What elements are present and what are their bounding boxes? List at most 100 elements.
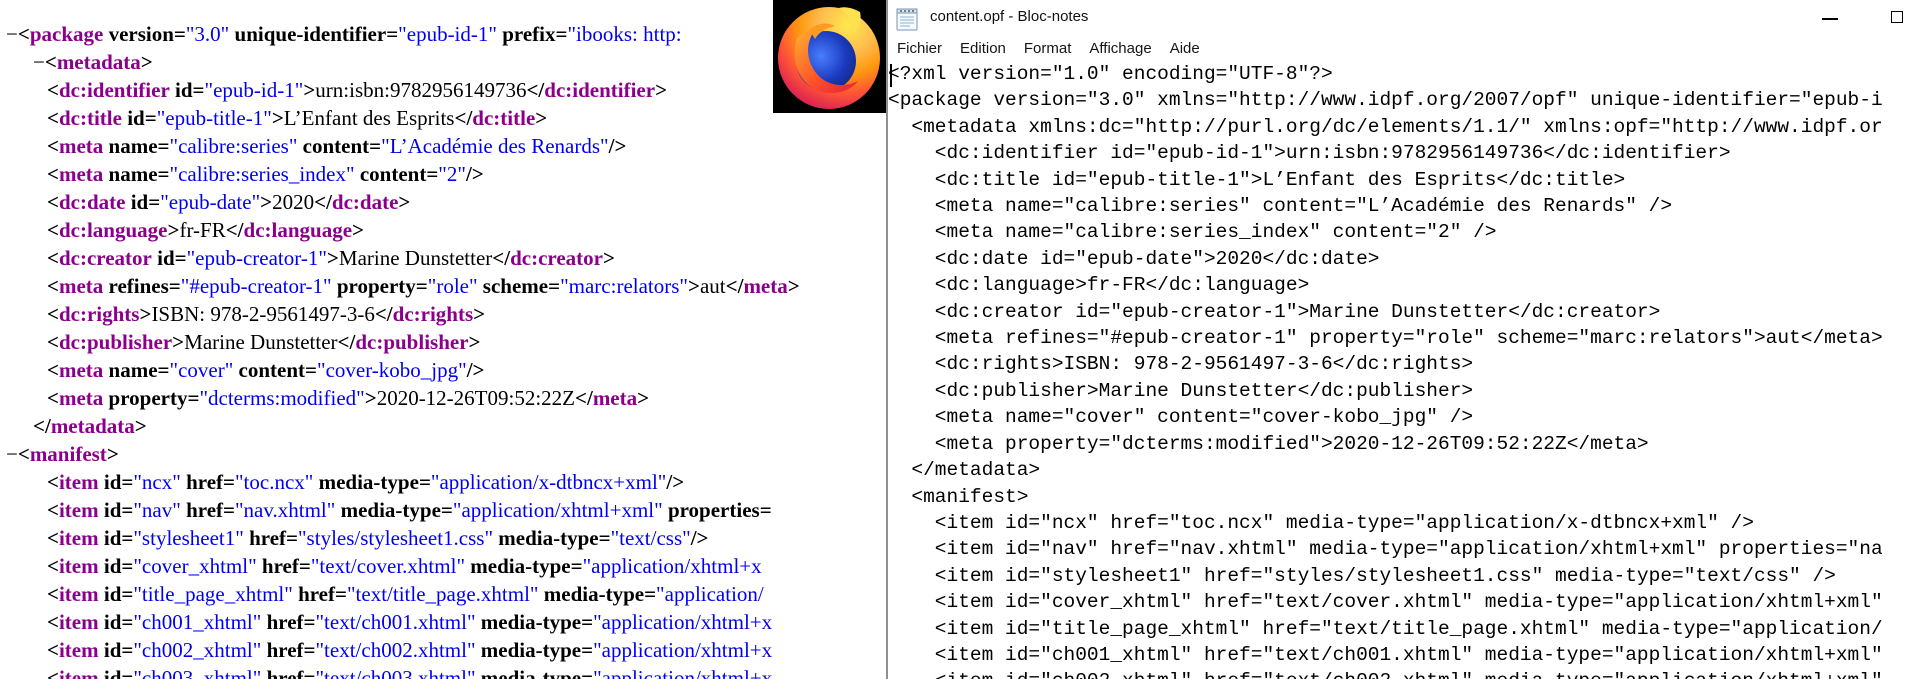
notepad-line: <item id="ch002_xhtml" href="text/ch002.… — [888, 668, 1911, 679]
xml-token: id — [127, 106, 145, 130]
xml-token: content — [238, 358, 306, 382]
xml-token: = — [644, 582, 657, 606]
xml-line: −<package version="3.0" unique-identifie… — [0, 20, 887, 48]
xml-line: <meta name="calibre:series" content="L’A… — [0, 132, 887, 160]
menu-format[interactable]: Format — [1015, 40, 1081, 57]
xml-token: </ — [454, 106, 473, 130]
xml-token: = — [335, 582, 347, 606]
collapse-toggle[interactable]: − — [33, 50, 45, 74]
xml-token: > — [655, 78, 668, 102]
xml-token: = — [581, 666, 594, 679]
xml-line: <item id="ch003_xhtml" href="text/ch003.… — [0, 664, 887, 679]
notepad-line: <item id="nav" href="nav.xhtml" media-ty… — [888, 538, 1883, 561]
xml-token: dc:publisher — [58, 330, 173, 354]
xml-token: "nav" — [133, 498, 181, 522]
xml-token: href — [266, 666, 304, 679]
xml-token: = — [369, 134, 382, 158]
menu-fichier[interactable]: Fichier — [888, 40, 951, 57]
notepad-line: <meta property="dcterms:modified">2020-1… — [888, 432, 1649, 455]
notepad-line: <dc:publisher>Marine Dunstetter</dc:publ… — [888, 379, 1474, 402]
xml-token: </ — [575, 386, 593, 410]
xml-token: = — [121, 526, 134, 550]
xml-token: < — [47, 554, 59, 578]
xml-token: < — [47, 218, 59, 242]
minimize-button[interactable] — [1808, 0, 1852, 36]
xml-token: href — [261, 554, 299, 578]
xml-token: href — [186, 470, 224, 494]
maximize-button[interactable] — [1876, 0, 1911, 36]
notepad-line: <metadata xmlns:dc="http://purl.org/dc/e… — [888, 115, 1883, 138]
xml-token: dc:identifier — [544, 78, 656, 102]
xml-token: "ch002_xhtml" — [133, 638, 262, 662]
xml-token: "nav.xhtml" — [234, 498, 336, 522]
xml-token: href — [266, 610, 304, 634]
xml-token: = — [415, 274, 428, 298]
xml-token: "epub-date" — [160, 190, 261, 214]
notepad-line: <package version="3.0" xmlns="http://www… — [888, 89, 1883, 112]
xml-token: = — [386, 22, 399, 46]
xml-token: manifest — [29, 442, 107, 466]
collapse-toggle[interactable]: − — [6, 22, 18, 46]
xml-token: = — [173, 22, 186, 46]
xml-token: "text/css" — [610, 526, 691, 550]
xml-token: L’Enfant des Esprits — [283, 106, 455, 130]
xml-token: > — [140, 50, 153, 74]
xml-token: /> — [666, 470, 685, 494]
xml-token: item — [58, 470, 99, 494]
xml-token: /> — [608, 134, 627, 158]
notepad-text[interactable]: <?xml version="1.0" encoding="UTF-8"?> <p… — [888, 61, 1911, 679]
xml-token: "text/ch001.xhtml" — [315, 610, 476, 634]
xml-token: dc:date — [331, 190, 399, 214]
xml-token: = — [581, 638, 594, 662]
xml-token: dc:rights — [58, 302, 140, 326]
xml-token: meta — [58, 358, 104, 382]
notepad-line: </metadata> — [888, 459, 1041, 482]
xml-token: = — [148, 190, 161, 214]
xml-token: < — [47, 330, 59, 354]
notepad-line: <item id="cover_xhtml" href="text/cover.… — [888, 591, 1883, 614]
xml-token: media-type — [498, 526, 599, 550]
xml-token: = — [121, 638, 134, 662]
xml-token: dc:language — [243, 218, 353, 242]
xml-token: = — [174, 246, 187, 270]
xml-token: prefix — [502, 22, 556, 46]
menu-affichage[interactable]: Affichage — [1080, 40, 1160, 57]
menu-aide[interactable]: Aide — [1161, 40, 1209, 57]
xml-token: 2020 — [272, 190, 315, 214]
xml-token: "toc.ncx" — [234, 470, 314, 494]
xml-token: dc:creator — [510, 246, 603, 270]
notepad-line: <item id="ncx" href="toc.ncx" media-type… — [888, 511, 1754, 534]
xml-token: > — [398, 190, 411, 214]
xml-token: dc:creator — [58, 246, 152, 270]
xml-token: = — [440, 498, 453, 522]
xml-line: <dc:language>fr-FR</dc:language> — [0, 216, 887, 244]
xml-line: <meta property="dcterms:modified">2020-1… — [0, 384, 887, 412]
xml-token: meta — [592, 386, 638, 410]
xml-line: <item id="nav" href="nav.xhtml" media-ty… — [0, 496, 887, 524]
xml-token: ISBN: 978-2-9561497-3-6 — [151, 302, 375, 326]
xml-token: < — [47, 246, 59, 270]
xml-token: = — [223, 498, 235, 522]
xml-token: "application/xhtml+x — [593, 610, 773, 634]
maximize-icon — [1891, 11, 1903, 23]
collapse-toggle[interactable]: − — [6, 442, 18, 466]
xml-token: media-type — [543, 582, 645, 606]
xml-token: "role" — [427, 274, 478, 298]
xml-line: <dc:identifier id="epub-id-1">urn:isbn:9… — [0, 76, 887, 104]
notepad-line: <meta refines="#epub-creator-1" property… — [888, 327, 1883, 350]
xml-token: "#epub-creator-1" — [180, 274, 332, 298]
xml-token: > — [134, 414, 147, 438]
xml-token: </ — [374, 302, 393, 326]
xml-token: 2020-12-26T09:52:22Z — [376, 386, 575, 410]
menu-edition[interactable]: Edition — [951, 40, 1015, 57]
xml-token: "text/ch002.xhtml" — [315, 638, 476, 662]
xml-token: item — [58, 498, 99, 522]
xml-token: id — [103, 498, 122, 522]
xml-token: "ibooks: http: — [567, 22, 682, 46]
xml-token: metadata — [50, 414, 135, 438]
xml-token: < — [47, 78, 59, 102]
window-title: content.opf - Bloc-notes — [930, 8, 1089, 25]
xml-token: "application/xhtml+xml" — [452, 498, 663, 522]
xml-token: < — [47, 610, 59, 634]
xml-token: meta — [58, 386, 104, 410]
